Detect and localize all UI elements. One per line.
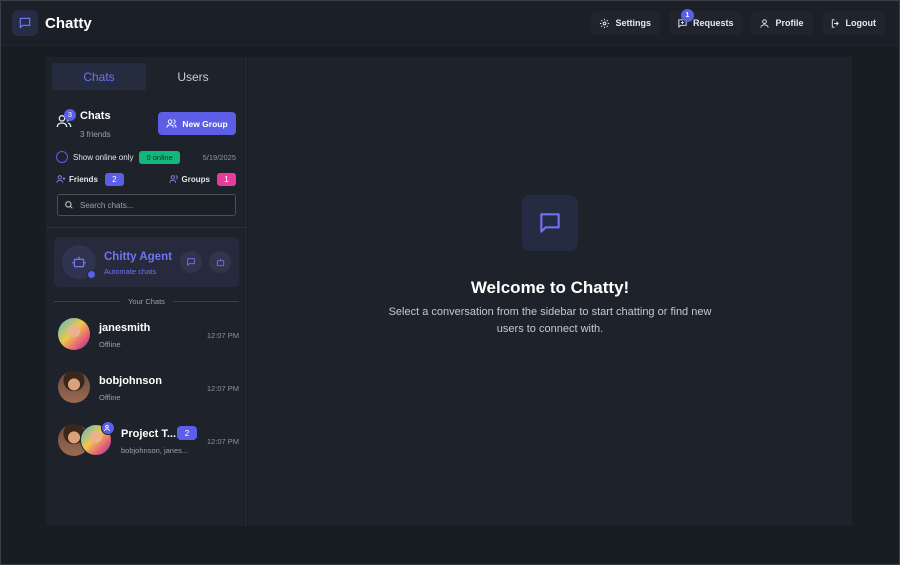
- sidebar: Chats Users 3 Chats 3 friends New Group …: [46, 57, 247, 526]
- friends-count-badge: 3: [64, 109, 76, 121]
- requests-label: Requests: [692, 18, 734, 28]
- friends-count: 2: [104, 172, 124, 186]
- your-chats-label: Your Chats: [128, 296, 165, 306]
- group-avatars: [56, 421, 116, 458]
- avatar: [58, 371, 90, 403]
- chat-bubble-icon: [522, 195, 578, 251]
- search-box: [57, 194, 236, 216]
- welcome-title: Welcome to Chatty!: [470, 278, 630, 297]
- group-name: Project T...: [121, 428, 177, 440]
- online-filter: Show online only 0 online 5/19/2025: [56, 149, 236, 165]
- chat-bubble-icon: [12, 10, 38, 36]
- chat-time: 12:07 PM: [206, 384, 239, 393]
- friends-groups-row: Friends 2 Groups 1: [56, 172, 236, 186]
- settings-button[interactable]: Settings: [591, 11, 660, 35]
- requests-badge: 1: [680, 9, 694, 22]
- requests-button[interactable]: 1 Requests: [668, 9, 743, 35]
- search-input[interactable]: [80, 200, 220, 210]
- top-bar: Chatty Settings 1 Requests Profile Logou…: [1, 1, 899, 46]
- chats-header: 3 Chats 3 friends New Group: [56, 109, 236, 143]
- bot-icon: [72, 256, 86, 268]
- groups-label: Groups: [181, 174, 210, 184]
- header-nav: Settings 1 Requests Profile Logout: [591, 9, 885, 35]
- chat-status: Offline: [99, 340, 121, 349]
- profile-label: Profile: [775, 18, 804, 28]
- chat-item-bobjohnson[interactable]: bobjohnson Offline 12:07 PM: [56, 367, 241, 407]
- logout-icon: [831, 18, 839, 28]
- users-plus-icon: [166, 119, 177, 128]
- date-label: 5/19/2025: [202, 152, 236, 162]
- chat-item-group[interactable]: Project T... 2 bobjohnson, janes... 12:0…: [56, 420, 241, 460]
- online-only-toggle[interactable]: [56, 151, 68, 163]
- chat-status: Offline: [99, 393, 121, 402]
- app-name: Chatty: [45, 14, 92, 32]
- group-members: bobjohnson, janes...: [121, 446, 189, 455]
- agent-name: Chitty Agent: [104, 251, 172, 263]
- online-only-label: Show online only: [73, 152, 134, 162]
- agent-chat-button[interactable]: [180, 251, 202, 273]
- profile-button[interactable]: Profile: [751, 11, 813, 35]
- bot-icon: [216, 258, 224, 266]
- avatar: [58, 318, 90, 350]
- friends-label[interactable]: Friends: [69, 175, 98, 184]
- welcome-text: Select a conversation from the sidebar t…: [388, 306, 712, 335]
- chat-item-janesmith[interactable]: janesmith Offline 12:07 PM: [56, 314, 241, 354]
- chat-time: 12:07 PM: [206, 437, 239, 446]
- tab-users[interactable]: Users: [146, 63, 240, 90]
- settings-label: Settings: [615, 18, 651, 28]
- user-icon: [760, 18, 770, 28]
- unread-badge: 2: [177, 426, 197, 440]
- groups-count: 1: [217, 172, 236, 186]
- chitty-agent-card[interactable]: Chitty Agent Automate chats: [54, 237, 239, 287]
- agent-bot-button[interactable]: [209, 251, 231, 273]
- user-plus-icon: [56, 175, 66, 183]
- agent-status-dot: [87, 270, 96, 279]
- new-group-button[interactable]: New Group: [158, 112, 236, 135]
- logout-label: Logout: [845, 18, 877, 28]
- main-panel: Welcome to Chatty! Select a conversation…: [248, 57, 852, 526]
- chats-title: Chats: [80, 110, 111, 122]
- users-icon: [168, 175, 178, 183]
- tab-chats[interactable]: Chats: [52, 63, 146, 90]
- your-chats-divider: Your Chats: [54, 295, 239, 307]
- divider: [46, 227, 247, 228]
- sidebar-tabs: Chats Users: [52, 63, 240, 90]
- groups-filter[interactable]: Groups 1: [168, 172, 236, 186]
- chat-name: bobjohnson: [99, 375, 162, 387]
- chat-name: janesmith: [99, 322, 151, 334]
- search-icon: [65, 201, 73, 209]
- agent-subtitle: Automate chats: [104, 267, 157, 276]
- brand[interactable]: Chatty: [12, 10, 92, 36]
- online-count-badge: 0 online: [139, 150, 180, 164]
- chat-bubble-icon: [187, 258, 195, 266]
- gear-icon: [600, 18, 610, 28]
- group-icon: [101, 421, 115, 435]
- new-group-label: New Group: [182, 118, 228, 129]
- chat-time: 12:07 PM: [206, 331, 239, 340]
- chats-subtitle: 3 friends: [80, 130, 111, 139]
- logout-button[interactable]: Logout: [821, 11, 885, 35]
